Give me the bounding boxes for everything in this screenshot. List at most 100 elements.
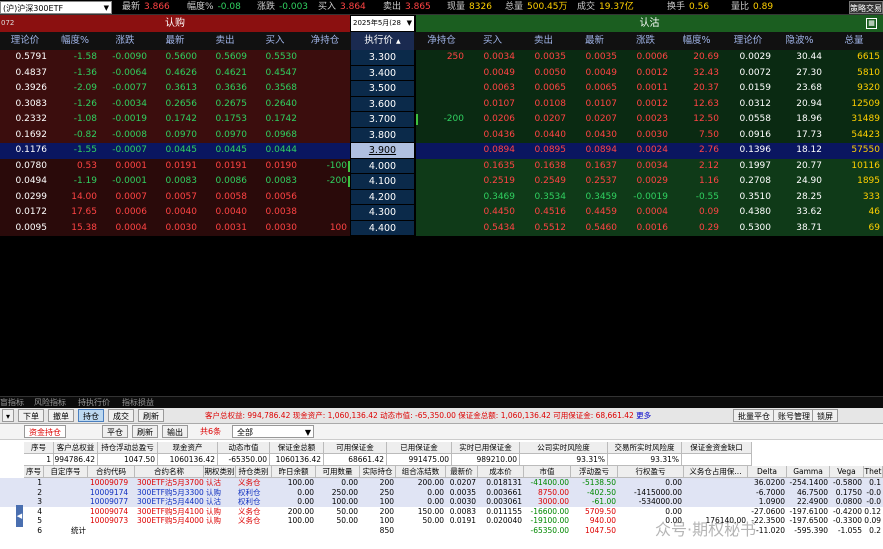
lock-screen-button[interactable]: 锁屏 — [812, 409, 838, 422]
summary-header: 持仓浮动总盈亏 — [98, 442, 158, 454]
position-cell: -1415000.00 — [633, 487, 682, 497]
option-row[interactable]: 0.5791 -1.58 -0.0090 0.5600 0.5609 0.5530 3.30… — [0, 50, 883, 66]
position-cell: 300ETF沽5月3700 — [137, 478, 204, 487]
option-row[interactable]: 0.3926 -2.09 -0.0077 0.3613 0.3636 0.3568 3.50… — [0, 81, 883, 97]
position-header: 期权类别 — [204, 466, 236, 478]
col-header-strike[interactable]: 执行价 ▲ — [351, 32, 414, 50]
put-cell: 17.73 — [774, 127, 825, 143]
put-cell: 31489 — [825, 112, 883, 128]
strike-cell[interactable]: 4.300 — [351, 205, 414, 221]
col-header-call: 最新 — [165, 35, 185, 46]
tab-cancel[interactable]: 撤单 — [48, 409, 74, 422]
position-cell: 10009174 — [90, 487, 129, 497]
call-cell: 0.0007 — [100, 189, 150, 205]
put-cell: 5810 — [825, 65, 883, 81]
put-cell: 0.3510 — [722, 189, 774, 205]
filter-select[interactable]: 全部 ▼ — [232, 425, 314, 438]
quote-item: 总量 500.45万 — [505, 2, 568, 13]
option-row[interactable]: 0.0172 17.65 0.0006 0.0040 0.0040 0.0038 4.300… — [0, 205, 883, 221]
tab-position[interactable]: 持仓 — [78, 409, 104, 422]
option-row[interactable]: 0.4837 -1.36 -0.0064 0.4626 0.4621 0.4547 3.40… — [0, 65, 883, 81]
strategy-trade-button[interactable]: 策略交易 — [849, 1, 883, 14]
position-row[interactable]: 2 10009174 300ETF购5月3300 认购 权利仓 0.00 250.00 250… — [0, 487, 883, 497]
option-row[interactable]: 0.0494 -1.19 -0.0001 0.0083 0.0086 0.0083 -200… — [0, 174, 883, 190]
calculator-icon[interactable]: ▦ — [866, 18, 877, 29]
option-row[interactable]: 0.3083 -1.26 -0.0034 0.2656 0.2675 0.2640 3.60… — [0, 96, 883, 112]
call-cell: -1.08 — [50, 112, 100, 128]
position-cell: 200.00 — [287, 506, 314, 516]
call-cell: 0.0058 — [200, 189, 250, 205]
put-cell: 0.0430 — [569, 127, 620, 143]
call-cell: 0.0086 — [200, 174, 250, 190]
put-cell: 0.0895 — [518, 143, 569, 159]
option-row[interactable]: 0.0095 15.38 0.0004 0.0030 0.0031 0.0030 100 4.… — [0, 220, 883, 236]
position-row[interactable]: 3 10009077 300ETF沽5月4400 认沽 权利仓 0.00 100.00 100… — [0, 497, 883, 507]
strike-cell[interactable]: 4.200 — [351, 189, 414, 205]
call-cell: -100 — [300, 158, 350, 174]
col-header-put: 最新 — [584, 35, 604, 46]
position-cell: -27.0600 — [751, 506, 785, 516]
position-cell: 0.003661 — [486, 487, 522, 497]
put-cell: 0.0006 — [620, 50, 671, 66]
refresh-button[interactable]: 刷新 — [132, 425, 158, 438]
fund-position-tab[interactable]: 资金持仓 — [24, 425, 66, 438]
instrument-name: (沪)沪深300ETF — [3, 4, 64, 13]
strike-cell[interactable]: 3.700 — [351, 112, 414, 128]
expiry-selector[interactable]: 2025年5月(28 ▼ — [351, 16, 414, 31]
position-cell: 250 — [379, 487, 394, 497]
strike-cell[interactable]: 4.400 — [351, 220, 414, 236]
strike-cell[interactable]: 3.800 — [351, 127, 414, 143]
collapse-arrow-icon[interactable]: ◀ — [16, 505, 23, 527]
strike-cell[interactable]: 3.300 — [351, 50, 414, 66]
call-cell: -1.36 — [50, 65, 100, 81]
position-cell: 0.1750 — [835, 487, 862, 497]
position-cell: -19100.00 — [530, 516, 570, 525]
quote-value: -0.003 — [279, 2, 309, 12]
position-header: Delta — [748, 466, 787, 478]
col-header-call: 买入 — [265, 35, 285, 46]
put-cell: 38.71 — [774, 220, 825, 236]
tab-order[interactable]: 下单 — [18, 409, 44, 422]
call-cell: 0.0056 — [250, 189, 300, 205]
strike-cell[interactable]: 4.100 — [351, 174, 414, 190]
account-manage-button[interactable]: 账号管理 — [773, 409, 815, 422]
close-button[interactable]: 平仓 — [102, 425, 128, 438]
strike-cell[interactable]: 3.900 — [351, 143, 414, 159]
position-cell: 0.0191 — [449, 516, 476, 525]
batch-close-button[interactable]: 批量平仓 — [733, 409, 775, 422]
position-row[interactable]: 4 10009074 300ETF购5月4100 认购 义务仓 200.00 50.00 20… — [0, 506, 883, 516]
option-row[interactable]: 0.0780 0.53 0.0001 0.0191 0.0191 0.0190 -100 4.… — [0, 158, 883, 174]
strike-cell[interactable]: 4.000 — [351, 158, 414, 174]
quote-label: 量比 — [731, 2, 750, 12]
strike-cell[interactable]: 3.400 — [351, 65, 414, 81]
summary-header: 动态市值 — [218, 442, 270, 454]
position-row[interactable]: 1 10009079 300ETF沽5月3700 认沽 义务仓 100.00 0.00 200… — [0, 478, 883, 488]
tab-refresh[interactable]: 刷新 — [138, 409, 164, 422]
position-cell: 22.4900 — [796, 497, 828, 506]
count-label: 共6条 — [200, 427, 222, 436]
position-cell: 权利仓 — [238, 497, 261, 506]
position-cell: -65350.00 — [530, 525, 570, 535]
call-cell: 0.0038 — [250, 205, 300, 221]
option-row[interactable]: 0.1176 -1.55 -0.0007 0.0445 0.0445 0.0444 3.90… — [0, 143, 883, 159]
menu-icon[interactable]: ▾ — [2, 409, 14, 422]
put-cell: 250 — [416, 50, 467, 66]
position-header: 实际持仓 — [360, 466, 396, 478]
quote-label: 现量 — [447, 2, 466, 12]
tab-fills[interactable]: 成交 — [108, 409, 134, 422]
strike-cell[interactable]: 3.500 — [351, 81, 414, 97]
export-button[interactable]: 输出 — [162, 425, 188, 438]
quote-item: 卖出 3.865 — [383, 2, 431, 13]
option-row[interactable]: 0.1692 -0.82 -0.0008 0.0970 0.0970 0.0968 3.80… — [0, 127, 883, 143]
quote-item: 幅度% -0.08 — [187, 2, 241, 13]
option-row[interactable]: 0.2332 -1.08 -0.0019 0.1742 0.1753 0.1742 3.70… — [0, 112, 883, 128]
instrument-selector[interactable]: (沪)沪深300ETF ▼ — [0, 1, 112, 14]
call-cell: -0.0019 — [100, 112, 150, 128]
call-cell: 0.0083 — [250, 174, 300, 190]
strike-cell[interactable]: 3.600 — [351, 96, 414, 112]
more-link[interactable]: 更多 — [636, 411, 651, 420]
call-cell: 0.0040 — [200, 205, 250, 221]
quote-label: 总量 — [505, 2, 524, 12]
summary-header: 客户总权益 — [54, 442, 98, 454]
option-row[interactable]: 0.0299 14.00 0.0007 0.0057 0.0058 0.0056 4.200… — [0, 189, 883, 205]
